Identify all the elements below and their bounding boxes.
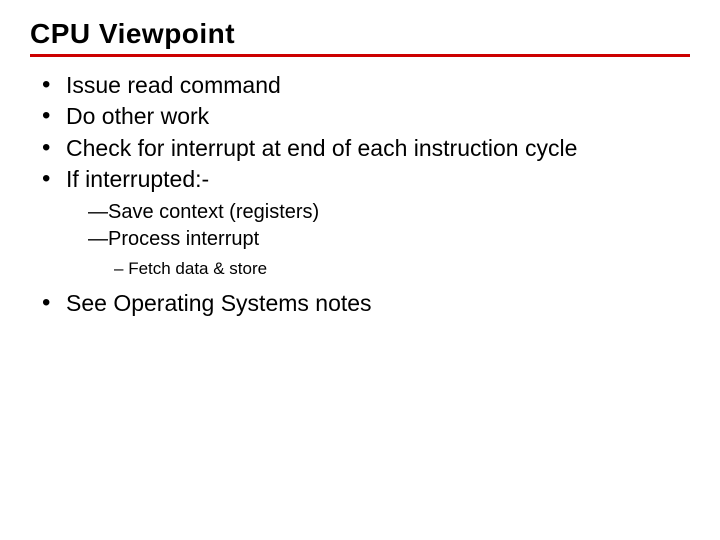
bullet-text: Save context (registers)	[108, 201, 319, 223]
bullet-item: See Operating Systems notes	[38, 289, 690, 318]
bullet-item: Do other work	[38, 102, 690, 131]
bullet-text: Check for interrupt at end of each instr…	[66, 135, 577, 161]
em-dash-icon: —	[88, 201, 108, 223]
bullet-text: Process interrupt	[108, 228, 259, 250]
bullet-item: —Save context (registers)	[88, 199, 690, 226]
bullet-item: – Fetch data & store	[114, 257, 690, 281]
bullet-list-level-1: Issue read command Do other work Check f…	[30, 71, 690, 318]
en-dash-icon: –	[114, 259, 128, 278]
bullet-item: Issue read command	[38, 71, 690, 100]
title-underline	[30, 54, 690, 57]
slide-title: CPU Viewpoint	[30, 18, 690, 50]
bullet-list-level-2: —Save context (registers) —Process inter…	[66, 199, 690, 281]
em-dash-icon: —	[88, 228, 108, 250]
bullet-text: Fetch data & store	[128, 259, 267, 278]
bullet-item: Check for interrupt at end of each instr…	[38, 134, 690, 163]
slide: CPU Viewpoint Issue read command Do othe…	[0, 0, 720, 318]
bullet-text: Do other work	[66, 103, 209, 129]
bullet-item: If interrupted:- —Save context (register…	[38, 165, 690, 280]
bullet-text: Issue read command	[66, 72, 281, 98]
bullet-text: See Operating Systems notes	[66, 290, 372, 316]
bullet-list-level-3: – Fetch data & store	[88, 257, 690, 281]
bullet-text: If interrupted:-	[66, 166, 209, 192]
bullet-item: —Process interrupt – Fetch data & store	[88, 226, 690, 281]
